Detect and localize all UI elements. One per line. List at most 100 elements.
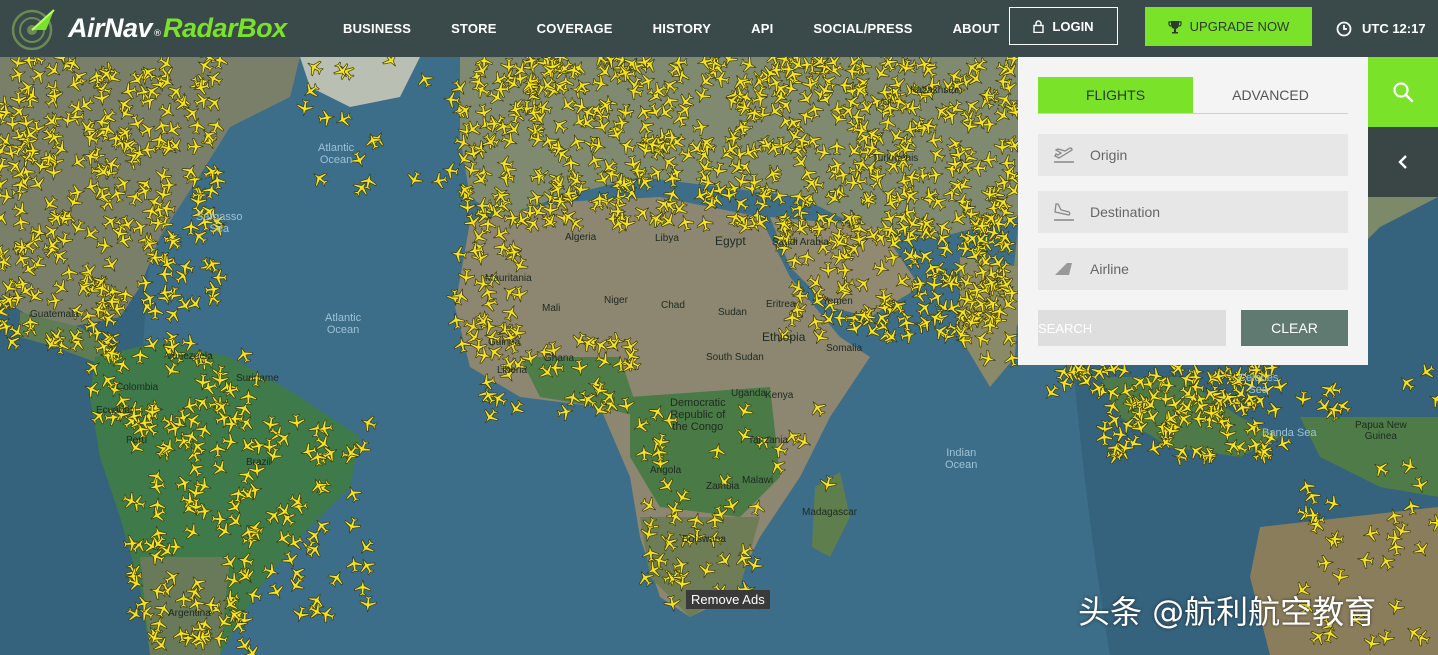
aircraft-marker[interactable] <box>656 474 679 497</box>
aircraft-marker[interactable] <box>1427 514 1438 532</box>
origin-field[interactable] <box>1038 134 1348 176</box>
aircraft-marker[interactable] <box>1095 429 1113 447</box>
nav-item-api[interactable]: API <box>751 21 773 36</box>
aircraft-marker[interactable] <box>450 287 470 307</box>
aircraft-marker[interactable] <box>617 396 636 415</box>
aircraft-marker[interactable] <box>67 151 89 173</box>
aircraft-marker[interactable] <box>286 490 308 512</box>
aircraft-marker[interactable] <box>234 344 255 365</box>
aircraft-marker[interactable] <box>266 581 288 603</box>
aircraft-marker[interactable] <box>1362 633 1382 653</box>
aircraft-marker[interactable] <box>288 413 306 432</box>
aircraft-marker[interactable] <box>960 116 979 135</box>
aircraft-marker[interactable] <box>1396 372 1419 395</box>
aircraft-marker[interactable] <box>852 273 875 296</box>
aircraft-marker[interactable] <box>345 555 363 574</box>
aircraft-marker[interactable] <box>897 58 916 77</box>
aircraft-marker[interactable] <box>280 549 301 570</box>
aircraft-marker[interactable] <box>1302 486 1323 507</box>
aircraft-marker[interactable] <box>156 100 178 122</box>
aircraft-marker[interactable] <box>1040 381 1063 404</box>
aircraft-marker[interactable] <box>828 138 846 156</box>
aircraft-marker[interactable] <box>273 427 296 450</box>
aircraft-marker[interactable] <box>0 156 12 176</box>
nav-item-about[interactable]: ABOUT <box>953 21 1000 36</box>
aircraft-marker[interactable] <box>695 213 714 233</box>
aircraft-marker[interactable] <box>836 261 854 279</box>
aircraft-marker[interactable] <box>95 236 114 254</box>
aircraft-marker[interactable] <box>64 74 85 95</box>
aircraft-marker[interactable] <box>342 483 363 504</box>
aircraft-marker[interactable] <box>1102 396 1123 417</box>
aircraft-marker[interactable] <box>1265 400 1285 420</box>
destination-field[interactable] <box>1038 191 1348 233</box>
aircraft-marker[interactable] <box>1242 417 1264 439</box>
aircraft-marker[interactable] <box>137 61 160 84</box>
aircraft-marker[interactable] <box>453 335 472 354</box>
aircraft-marker[interactable] <box>479 405 502 428</box>
aircraft-marker[interactable] <box>527 129 547 149</box>
aircraft-marker[interactable] <box>592 116 613 137</box>
aircraft-marker[interactable] <box>152 116 172 136</box>
aircraft-marker[interactable] <box>243 585 263 605</box>
aircraft-marker[interactable] <box>379 57 402 71</box>
aircraft-marker[interactable] <box>548 114 571 137</box>
aircraft-marker[interactable] <box>1376 629 1395 648</box>
aircraft-marker[interactable] <box>295 99 314 117</box>
aircraft-marker[interactable] <box>1356 551 1375 569</box>
aircraft-marker[interactable] <box>899 230 919 250</box>
aircraft-marker[interactable] <box>237 465 258 486</box>
destination-input[interactable] <box>1088 203 1322 221</box>
aircraft-marker[interactable] <box>1384 506 1404 526</box>
aircraft-marker[interactable] <box>1331 567 1350 587</box>
aircraft-marker[interactable] <box>219 551 241 573</box>
aircraft-marker[interactable] <box>891 270 914 293</box>
aircraft-marker[interactable] <box>1370 458 1392 480</box>
aircraft-marker[interactable] <box>883 248 903 267</box>
aircraft-marker[interactable] <box>925 131 944 150</box>
aircraft-marker[interactable] <box>593 350 615 372</box>
aircraft-marker[interactable] <box>300 80 322 102</box>
aircraft-marker[interactable] <box>635 444 653 462</box>
aircraft-marker[interactable] <box>617 135 638 156</box>
aircraft-marker[interactable] <box>191 391 214 414</box>
aircraft-marker[interactable] <box>980 151 998 169</box>
aircraft-marker[interactable] <box>885 125 907 147</box>
aircraft-marker[interactable] <box>119 81 139 101</box>
aircraft-marker[interactable] <box>447 311 466 330</box>
aircraft-marker[interactable] <box>452 132 472 152</box>
aircraft-marker[interactable] <box>60 264 78 282</box>
aircraft-marker[interactable] <box>1361 524 1381 544</box>
aircraft-marker[interactable] <box>1410 475 1430 495</box>
aircraft-marker[interactable] <box>430 171 449 190</box>
aircraft-marker[interactable] <box>224 510 247 533</box>
aircraft-marker[interactable] <box>325 567 347 589</box>
aircraft-marker[interactable] <box>261 561 281 581</box>
aircraft-marker[interactable] <box>926 166 945 185</box>
aircraft-marker[interactable] <box>175 591 192 608</box>
aircraft-marker[interactable] <box>734 400 756 422</box>
aircraft-marker[interactable] <box>763 165 783 185</box>
aircraft-marker[interactable] <box>209 457 231 479</box>
aircraft-marker[interactable] <box>147 477 166 496</box>
aircraft-marker[interactable] <box>563 388 583 408</box>
aircraft-marker[interactable] <box>188 117 206 135</box>
aircraft-marker[interactable] <box>1410 538 1432 560</box>
aircraft-marker[interactable] <box>333 109 355 131</box>
aircraft-marker[interactable] <box>696 560 717 581</box>
aircraft-marker[interactable] <box>880 208 901 229</box>
aircraft-marker[interactable] <box>356 555 378 577</box>
aircraft-marker[interactable] <box>182 521 203 542</box>
aircraft-marker[interactable] <box>76 116 98 138</box>
aircraft-marker[interactable] <box>709 161 728 180</box>
aircraft-marker[interactable] <box>1426 389 1438 411</box>
aircraft-marker[interactable] <box>978 349 997 368</box>
aircraft-marker[interactable] <box>925 275 943 293</box>
aircraft-marker[interactable] <box>235 551 255 571</box>
aircraft-marker[interactable] <box>221 432 240 451</box>
aircraft-marker[interactable] <box>203 92 226 115</box>
aircraft-marker[interactable] <box>638 494 660 516</box>
aircraft-marker[interactable] <box>1386 597 1406 617</box>
aircraft-marker[interactable] <box>46 292 64 310</box>
search-toggle-button[interactable] <box>1368 57 1438 127</box>
